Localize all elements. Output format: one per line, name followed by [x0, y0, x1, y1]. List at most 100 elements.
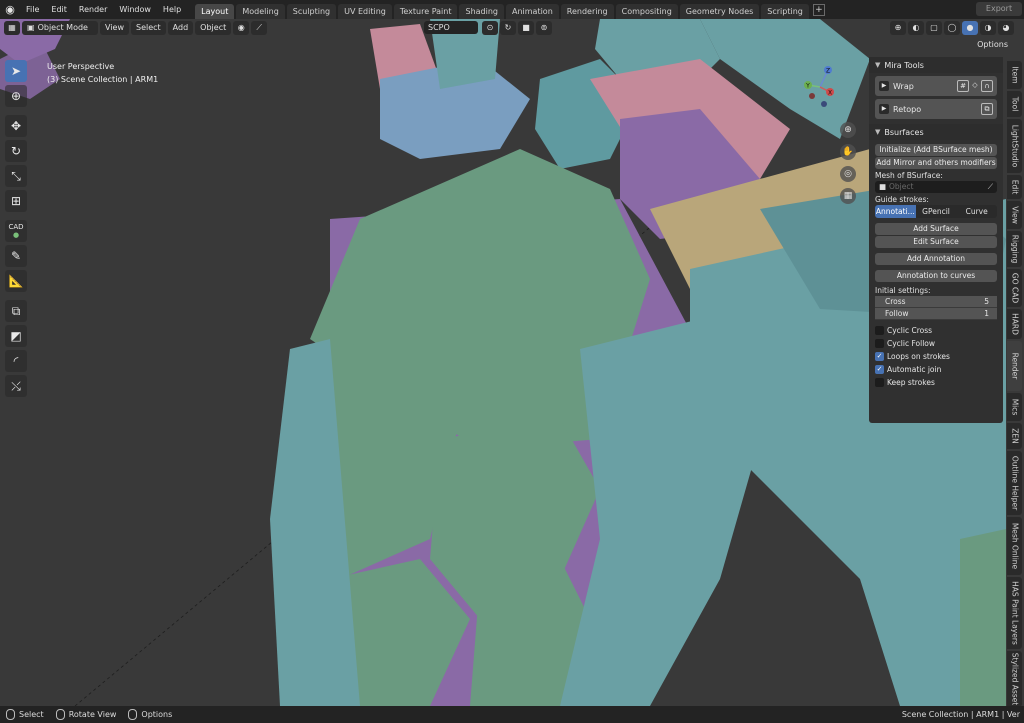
- cursor-icon[interactable]: ⊕: [5, 85, 27, 107]
- menu-help[interactable]: Help: [157, 0, 187, 19]
- knife-icon[interactable]: ◩: [5, 325, 27, 347]
- add-surface-button[interactable]: Add Surface: [875, 223, 997, 235]
- gizmo-toggle-icon[interactable]: ⊕: [890, 21, 906, 35]
- tab-animation[interactable]: Animation: [505, 4, 559, 19]
- camera-icon[interactable]: ◎: [840, 166, 856, 182]
- add-workspace-button[interactable]: +: [812, 4, 825, 16]
- view-menu[interactable]: View: [100, 21, 129, 35]
- tab-item[interactable]: Item: [1007, 61, 1022, 89]
- eyedropper-icon[interactable]: ⟋: [988, 181, 993, 193]
- select-menu[interactable]: Select: [130, 21, 166, 35]
- tab-has-paint-layers[interactable]: HAS Paint Layers: [1007, 577, 1022, 649]
- cyclic-cross-checkbox[interactable]: Cyclic Cross: [875, 325, 997, 336]
- tab-compositing[interactable]: Compositing: [615, 4, 678, 19]
- guide-gpencil-option[interactable]: GPencil: [915, 205, 957, 218]
- annotation-to-curves-button[interactable]: Annotation to curves: [875, 270, 997, 282]
- object-field[interactable]: ■ Object ⟋: [875, 181, 997, 193]
- edit-surface-button[interactable]: Edit Surface: [875, 236, 997, 248]
- snap-target-icon[interactable]: ■: [518, 21, 534, 35]
- tab-tool[interactable]: Tool: [1007, 91, 1022, 117]
- snap-icon[interactable]: ◉: [233, 21, 250, 35]
- tab-texture-paint[interactable]: Texture Paint: [393, 4, 458, 19]
- add-cube-icon[interactable]: ⧉: [5, 300, 27, 322]
- wrap-arch-icon[interactable]: ∩: [981, 80, 993, 92]
- material-shading-icon[interactable]: ◑: [980, 21, 996, 35]
- pivot-icon[interactable]: ⊙: [482, 21, 498, 35]
- keep-strokes-checkbox[interactable]: Keep strokes: [875, 377, 997, 388]
- export-button[interactable]: Export: [976, 2, 1022, 16]
- wireframe-shading-icon[interactable]: ◯: [944, 21, 960, 35]
- tab-render[interactable]: Render: [1007, 341, 1022, 391]
- cyclic-follow-checkbox[interactable]: Cyclic Follow: [875, 338, 997, 349]
- status-options: Options: [128, 709, 172, 720]
- tab-scripting[interactable]: Scripting: [761, 4, 809, 19]
- guide-curve-option[interactable]: Curve: [956, 205, 997, 218]
- add-menu[interactable]: Add: [167, 21, 194, 35]
- tab-stylized-asset[interactable]: Stylized Asset: [1007, 651, 1022, 707]
- mira-tools-header[interactable]: ▼ Mira Tools: [869, 57, 1003, 73]
- bevel-icon[interactable]: ◜: [5, 350, 27, 372]
- tab-edit[interactable]: Edit: [1007, 175, 1022, 199]
- add-annotation-button[interactable]: Add Annotation: [875, 253, 997, 265]
- move-icon[interactable]: ✥: [5, 115, 27, 137]
- tab-sculpting[interactable]: Sculpting: [286, 4, 337, 19]
- grid-icon[interactable]: ▦: [840, 188, 856, 204]
- tab-outline-helper[interactable]: Outline Helper: [1007, 451, 1022, 515]
- gizmo-icon[interactable]: ⤯: [5, 375, 27, 397]
- falloff-icon[interactable]: ⊚: [536, 21, 552, 35]
- scpo-dropdown[interactable]: SCPO: [424, 21, 478, 34]
- rotate-icon[interactable]: ↻: [5, 140, 27, 162]
- automatic-join-checkbox[interactable]: ✓ Automatic join: [875, 364, 997, 375]
- tab-uv-editing[interactable]: UV Editing: [338, 4, 392, 19]
- tab-go-cad[interactable]: GO CAD: [1007, 269, 1022, 307]
- tab-layout[interactable]: Layout: [195, 4, 235, 19]
- retopo-button[interactable]: ▶ Retopo ⧉: [875, 99, 997, 119]
- tab-view[interactable]: View: [1007, 201, 1022, 229]
- object-menu[interactable]: Object: [195, 21, 232, 35]
- proportional-icon[interactable]: ⟋: [251, 21, 268, 35]
- measure-icon[interactable]: 📐: [5, 270, 27, 292]
- solid-shading-icon[interactable]: ●: [962, 21, 978, 35]
- select-box-icon[interactable]: ➤: [5, 60, 27, 82]
- xray-icon[interactable]: ▢: [926, 21, 942, 35]
- tab-zen[interactable]: ZEN: [1007, 423, 1022, 449]
- options-dropdown[interactable]: Options: [977, 40, 1008, 49]
- tab-mics[interactable]: Mics: [1007, 393, 1022, 421]
- menu-window[interactable]: Window: [113, 0, 157, 19]
- editor-type-icon[interactable]: ▦: [4, 21, 20, 35]
- tab-rigging[interactable]: Rigging: [1007, 231, 1022, 267]
- cad-icon[interactable]: CAD ●: [5, 220, 27, 242]
- menu-file[interactable]: File: [20, 0, 45, 19]
- annotate-icon[interactable]: ✎: [5, 245, 27, 267]
- wrap-button[interactable]: ▶ Wrap # ◇ ∩: [875, 76, 997, 96]
- tab-shading[interactable]: Shading: [459, 4, 504, 19]
- tab-geometry-nodes[interactable]: Geometry Nodes: [679, 4, 760, 19]
- wrap-grid-icon[interactable]: #: [957, 80, 969, 92]
- blender-logo-icon[interactable]: ◉: [0, 0, 20, 19]
- rendered-shading-icon[interactable]: ◕: [998, 21, 1014, 35]
- menu-edit[interactable]: Edit: [45, 0, 73, 19]
- tab-hard[interactable]: HARD: [1007, 309, 1022, 339]
- navigation-gizmo[interactable]: Z Y X: [800, 62, 840, 122]
- scale-icon[interactable]: ⤡: [5, 165, 27, 187]
- retopo-copy-icon[interactable]: ⧉: [981, 103, 993, 115]
- cross-field[interactable]: Cross 5: [875, 296, 997, 308]
- menu-render[interactable]: Render: [73, 0, 113, 19]
- tab-rendering[interactable]: Rendering: [560, 4, 614, 19]
- orientation-icon[interactable]: ↻: [500, 21, 516, 35]
- loops-on-strokes-checkbox[interactable]: ✓ Loops on strokes: [875, 351, 997, 362]
- add-mirror-button[interactable]: Add Mirror and others modifiers: [875, 157, 997, 169]
- zoom-icon[interactable]: ⊕: [840, 122, 856, 138]
- tab-modeling[interactable]: Modeling: [236, 4, 285, 19]
- tab-mesh-online[interactable]: Mesh Online: [1007, 517, 1022, 575]
- initialize-bsurface-button[interactable]: Initialize (Add BSurface mesh): [875, 144, 997, 156]
- guide-annotation-option[interactable]: Annotati...: [875, 205, 916, 218]
- overlay-icon[interactable]: ◐: [908, 21, 924, 35]
- follow-field[interactable]: Follow 1: [875, 308, 997, 320]
- pan-hand-icon[interactable]: ✋: [840, 144, 856, 160]
- wrap-diamond-icon[interactable]: ◇: [969, 80, 981, 92]
- bsurfaces-header[interactable]: ▼ Bsurfaces: [869, 124, 1003, 140]
- transform-icon[interactable]: ⊞: [5, 190, 27, 212]
- mode-dropdown[interactable]: ▣ Object Mode: [22, 21, 98, 35]
- tab-lightstudio[interactable]: LightStudio: [1007, 119, 1022, 173]
